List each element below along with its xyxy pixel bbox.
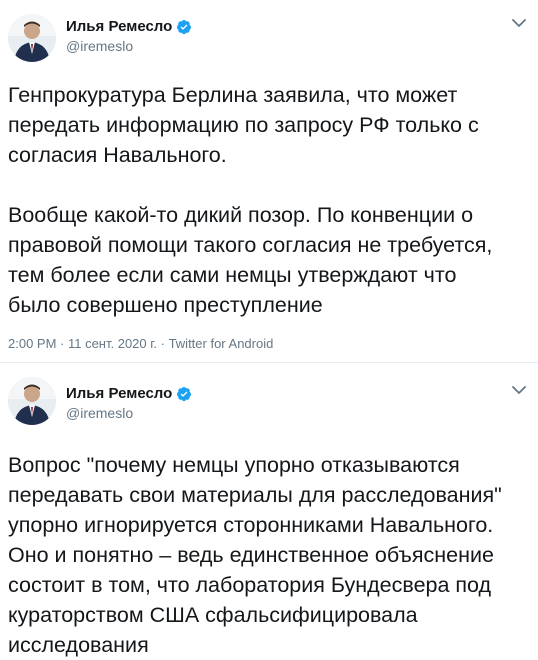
avatar[interactable]: [8, 377, 56, 425]
tweet[interactable]: Илья Ремесло @iremeslo Вопрос "почему не…: [0, 363, 538, 658]
avatar-photo: [8, 377, 56, 425]
author-name[interactable]: Илья Ремесло: [66, 18, 172, 35]
tweet-text: Генпрокуратура Берлина заявила, что може…: [8, 83, 493, 317]
chevron-down-icon[interactable]: [512, 18, 526, 28]
author-handle[interactable]: @iremeslo: [66, 405, 133, 421]
avatar[interactable]: [8, 14, 56, 62]
verified-badge-icon: [177, 19, 192, 34]
author-line: Илья Ремесло: [66, 18, 192, 35]
chevron-down-icon[interactable]: [512, 385, 526, 395]
avatar-photo: [8, 14, 56, 62]
tweet[interactable]: Илья Ремесло @iremeslo Генпрокуратура Бе…: [0, 0, 538, 363]
author-handle[interactable]: @iremeslo: [66, 38, 133, 54]
tweet-timestamp[interactable]: 2:00 PM · 11 сент. 2020 г. · Twitter for…: [8, 336, 273, 351]
tweet-text: Вопрос "почему немцы упорно отказываются…: [8, 453, 502, 657]
author-name[interactable]: Илья Ремесло: [66, 385, 172, 402]
author-line: Илья Ремесло: [66, 385, 192, 402]
verified-badge-icon: [177, 386, 192, 401]
